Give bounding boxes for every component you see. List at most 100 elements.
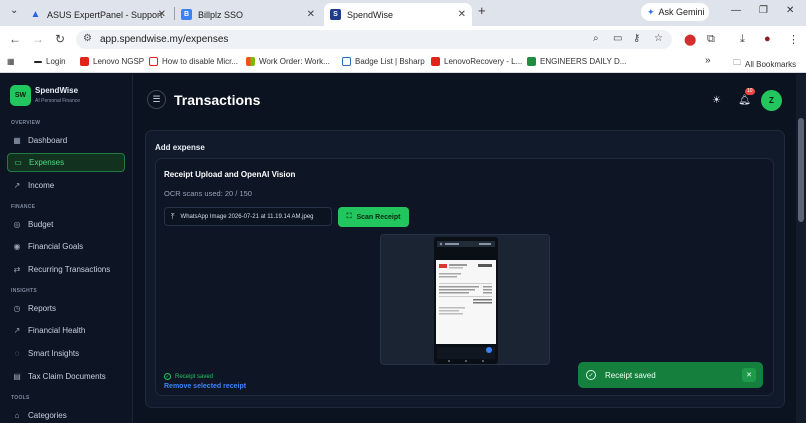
section-label-finance: FINANCE [11, 204, 36, 210]
sidebar-item-dashboard[interactable]: ▦ Dashboard [7, 131, 125, 150]
sidebar-item-label: Expenses [29, 158, 65, 167]
tab-title: SpendWise [347, 9, 394, 20]
toast-close-button[interactable]: ✕ [742, 368, 756, 382]
forward-arrow-icon[interactable]: → [32, 32, 44, 46]
card-icon: ▭ [14, 158, 22, 167]
bookmark-label: Lenovo NGSP [93, 57, 145, 66]
theme-toggle-button[interactable]: ☀ [706, 90, 727, 111]
bookmark-favicon-icon [149, 57, 158, 66]
tab-search-chevron-icon[interactable]: ⌄ [10, 5, 18, 16]
remove-receipt-link[interactable]: Remove selected receipt [164, 383, 246, 390]
all-bookmarks-folder[interactable]: 🗀 All Bookmarks [733, 57, 796, 71]
brand-logo[interactable]: SW [10, 85, 31, 106]
download-icon[interactable]: ⤓ [740, 33, 745, 46]
back-arrow-icon[interactable]: ← [9, 32, 21, 46]
sidebar-item-label: Reports [28, 304, 57, 313]
all-bookmarks-label: All Bookmarks [745, 59, 797, 69]
add-expense-title: Add expense [155, 143, 205, 152]
pulse-icon: ↗ [13, 326, 21, 335]
dashboard-grid-icon: ▦ [13, 136, 21, 145]
sun-icon: ☀ [712, 95, 721, 106]
chrome-menu-icon[interactable]: ⋮ [788, 33, 799, 46]
scan-receipt-button[interactable]: ⛶ Scan Receipt [338, 207, 409, 227]
user-avatar[interactable]: Z [761, 90, 782, 111]
tab-asus-expertpanel[interactable]: ▲ ASUS ExpertPanel - Support ✕ [24, 3, 172, 26]
file-upload-chip[interactable]: ⤒ WhatsApp Image 2026-07-21 at 11.19.14 … [164, 207, 332, 226]
file-name: WhatsApp Image 2026-07-21 at 11.19.14 AM… [180, 213, 314, 220]
bookmark-login[interactable]: Login [34, 57, 66, 66]
bell-icon: 🔔︎ [738, 95, 751, 106]
sidebar-item-recurring-transactions[interactable]: ⇄ Recurring Transactions [7, 260, 125, 279]
wallet-icon: ◎ [13, 220, 21, 229]
billplz-favicon-icon: B [181, 9, 192, 20]
close-icon[interactable]: ✕ [458, 9, 466, 20]
bookmark-lenovo-ngsp[interactable]: Lenovo NGSP [80, 57, 144, 66]
gemini-sparkle-icon: ✦ [647, 6, 655, 17]
window-close-icon[interactable]: ✕ [786, 5, 794, 16]
tab-title: Billplz SSO [198, 9, 244, 20]
close-icon[interactable]: ✕ [158, 9, 166, 20]
sidebar-item-smart-insights[interactable]: ◌ Smart Insights [7, 344, 125, 363]
new-tab-plus-icon[interactable]: + [478, 3, 486, 18]
extensions-puzzle-icon[interactable]: ⧉ [707, 33, 715, 46]
cast-icon[interactable]: ▭ [613, 33, 622, 44]
sidebar-item-label: Income [28, 181, 55, 190]
sidebar-item-reports[interactable]: ◷ Reports [7, 299, 125, 318]
maximize-icon[interactable]: ❐ [759, 5, 768, 16]
bookmark-work-order[interactable]: Work Order: Work... [246, 57, 330, 66]
reload-icon[interactable]: ↻ [55, 32, 65, 46]
menu-toggle-button[interactable]: ☰ [147, 90, 166, 109]
folder-icon: 🗀 [733, 58, 741, 67]
trend-up-icon: ↗ [13, 181, 21, 190]
target-icon: ◉ [13, 242, 21, 251]
lightbulb-icon: ◌ [14, 349, 20, 358]
bookmark-lenovo-recovery[interactable]: LenovoRecovery - L... [431, 57, 522, 66]
bookmark-star-icon[interactable]: ☆ [654, 33, 663, 44]
bookmark-label: Work Order: Work... [259, 57, 330, 66]
bookmark-favicon-icon [34, 60, 42, 63]
more-bookmarks-chevron-icon[interactable]: » [705, 55, 711, 66]
bookmark-favicon-icon [527, 57, 536, 66]
bookmark-favicon-icon [80, 57, 89, 66]
tag-icon: ⌂ [14, 411, 20, 420]
apps-grid-icon[interactable]: ▦ [7, 57, 15, 66]
site-settings-icon[interactable]: ⚙ [83, 33, 92, 44]
sidebar-item-label: Categories [28, 411, 67, 420]
tab-spendwise[interactable]: S SpendWise ✕ [324, 3, 472, 26]
sidebar-item-expenses[interactable]: ▭ Expenses [7, 153, 125, 172]
sidebar-item-budget[interactable]: ◎ Budget [7, 215, 125, 234]
close-icon[interactable]: ✕ [307, 9, 315, 20]
receipt-status: ✓ Receipt saved [164, 373, 213, 380]
extension-shield-icon[interactable]: ⬤ [684, 33, 696, 46]
sidebar-item-financial-health[interactable]: ↗ Financial Health [7, 321, 125, 340]
section-label-tools: TOOLS [11, 395, 30, 401]
url-text: app.spendwise.my/expenses [100, 34, 229, 45]
tab-billplz-sso[interactable]: B Billplz SSO ✕ [175, 3, 321, 26]
sidebar-item-label: Financial Health [28, 326, 86, 335]
address-bar[interactable]: ⚙ app.spendwise.my/expenses ⌕ ▭ ⚷ ☆ [76, 30, 672, 49]
sidebar-item-label: Budget [28, 220, 54, 229]
sidebar-item-label: Recurring Transactions [28, 265, 111, 274]
sidebar-item-financial-goals[interactable]: ◉ Financial Goals [7, 237, 125, 256]
ask-gemini-button[interactable]: ✦ Ask Gemini [641, 3, 709, 21]
sidebar-item-income[interactable]: ↗ Income [7, 176, 125, 195]
bookmark-badge-list[interactable]: Badge List | Bsharp [342, 57, 425, 66]
bookmark-engineers-daily[interactable]: ENGINEERS DAILY D... [527, 57, 626, 66]
notification-count-badge: 10 [745, 88, 755, 95]
page-scrollbar[interactable] [796, 74, 806, 423]
tab-title: ASUS ExpertPanel - Support [47, 9, 163, 20]
minimize-icon[interactable]: — [731, 5, 741, 16]
toast-message: Receipt saved [605, 370, 656, 380]
sidebar-item-categories[interactable]: ⌂ Categories [7, 406, 125, 423]
sidebar-item-label: Dashboard [28, 136, 68, 145]
key-icon[interactable]: ⚷ [633, 33, 640, 44]
receipt-status-text: Receipt saved [175, 373, 214, 380]
profile-avatar-icon[interactable]: ● [764, 33, 771, 45]
scan-icon: ⛶ [346, 213, 352, 220]
sidebar-item-tax-claim-documents[interactable]: ▤ Tax Claim Documents [7, 367, 125, 386]
reports-icon: ◷ [13, 304, 21, 313]
bookmark-disable-micr[interactable]: How to disable Micr... [149, 57, 238, 66]
scrollbar-thumb[interactable] [798, 118, 804, 222]
zoom-icon[interactable]: ⌕ [593, 33, 599, 44]
sidebar-item-label: Smart Insights [28, 349, 80, 358]
